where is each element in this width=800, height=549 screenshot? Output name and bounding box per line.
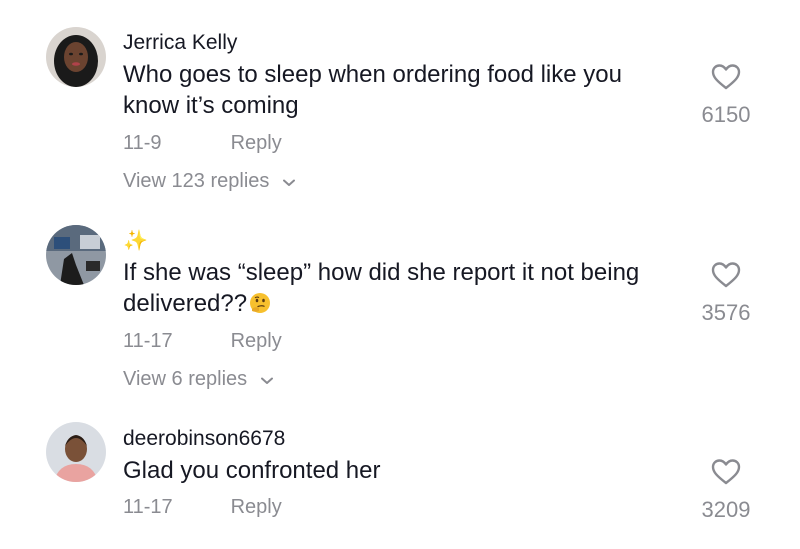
comment-text-line: Who goes to sleep when ordering food lik…: [123, 61, 622, 88]
comment-text-line: If she was “sleep” how did she report it…: [123, 259, 640, 286]
heart-icon[interactable]: [696, 458, 756, 491]
like-count: 3576: [701, 300, 751, 325]
like-count: 3209: [701, 497, 751, 522]
avatar[interactable]: [46, 422, 106, 482]
comment-date: 11-17: [123, 330, 173, 352]
comment-username[interactable]: Jerrica Kelly: [123, 31, 237, 55]
thinking-face-icon: [249, 291, 271, 313]
comment-meta: 11-17 Reply: [123, 330, 282, 353]
avatar[interactable]: [46, 225, 106, 285]
comment-text-line: Glad you confronted her: [123, 457, 381, 484]
comment-meta: 11-17 Reply: [123, 496, 282, 519]
comment-date: 11-9: [123, 132, 162, 154]
comment-text-line: know it’s coming: [123, 92, 299, 119]
chevron-down-icon: [260, 368, 273, 391]
view-replies-button[interactable]: View 6 replies: [123, 368, 273, 391]
view-replies-label: View 123 replies: [123, 170, 270, 192]
like-control: 3209: [696, 458, 756, 523]
chevron-down-icon: [282, 170, 295, 193]
like-count: 6150: [701, 102, 751, 127]
like-control: 6150: [696, 63, 756, 128]
reply-button[interactable]: Reply: [231, 330, 282, 353]
comment-text: Glad you confronted her: [123, 455, 683, 486]
comment-text: If she was “sleep” how did she report it…: [123, 257, 683, 319]
comment-meta: 11-9 Reply: [123, 132, 282, 155]
view-replies-label: View 6 replies: [123, 368, 248, 390]
avatar[interactable]: [46, 27, 106, 87]
comment-username[interactable]: deerobinson6678: [123, 427, 285, 451]
comment-text: Who goes to sleep when ordering food lik…: [123, 59, 683, 121]
comment-text-line: delivered??: [123, 288, 683, 319]
reply-button[interactable]: Reply: [231, 496, 282, 519]
comment-text-fragment: delivered??: [123, 290, 248, 317]
like-control: 3576: [696, 261, 756, 326]
reply-button[interactable]: Reply: [231, 132, 282, 155]
comment-date: 11-17: [123, 496, 173, 518]
view-replies-button[interactable]: View 123 replies: [123, 170, 295, 193]
sparkles-icon: ✨: [123, 230, 148, 252]
heart-icon[interactable]: [696, 261, 756, 294]
heart-icon[interactable]: [696, 63, 756, 96]
